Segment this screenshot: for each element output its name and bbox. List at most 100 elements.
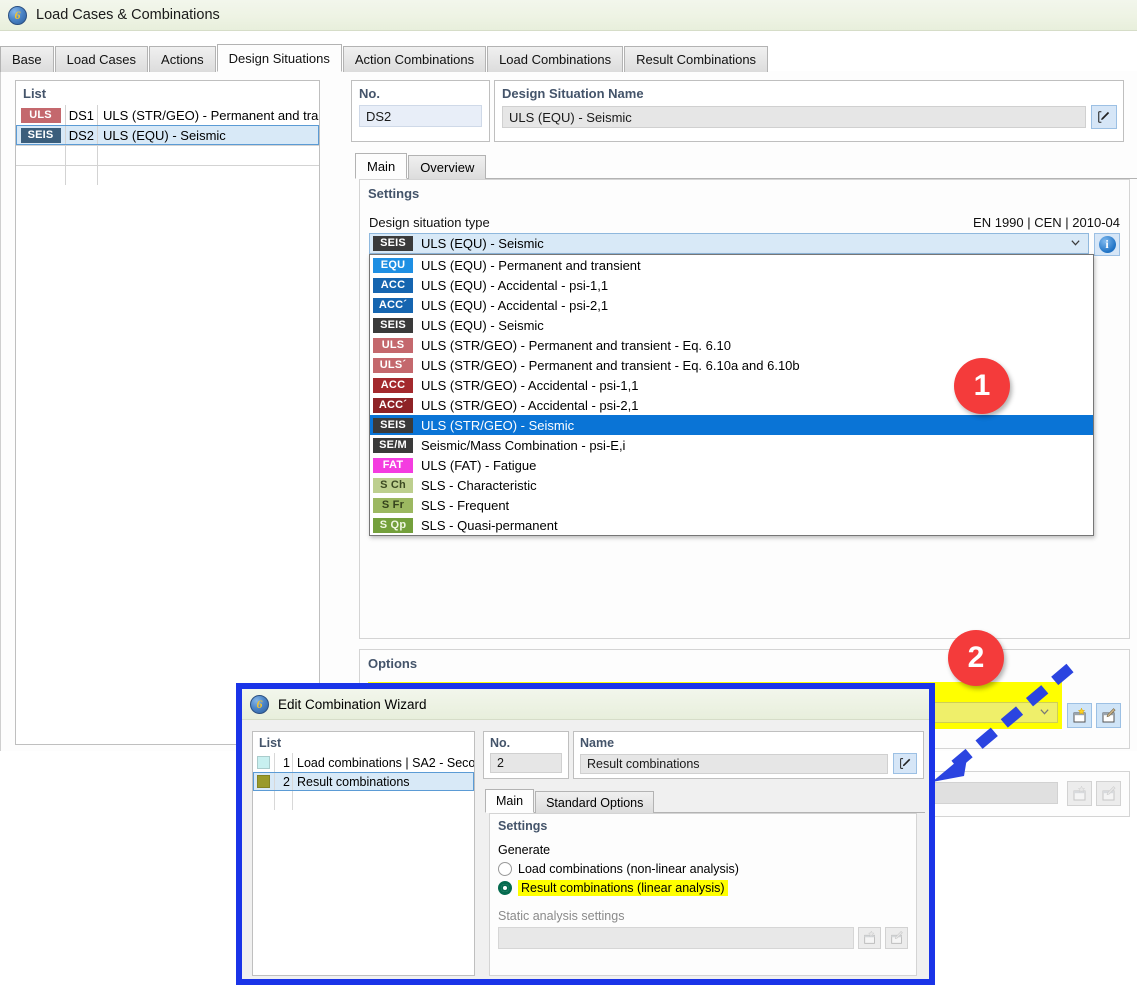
empty-row[interactable] xyxy=(16,165,319,185)
window-title-bar: 6 Load Cases & Combinations xyxy=(0,0,1137,31)
item-badge: ACC´ xyxy=(373,397,413,413)
row-no: DS1 xyxy=(66,105,98,125)
item-label: ULS (EQU) - Accidental - psi-1,1 xyxy=(421,277,609,293)
item-badge: SE/M xyxy=(373,437,413,453)
info-button[interactable]: i xyxy=(1094,233,1120,256)
item-label: ULS (STR/GEO) - Accidental - psi-2,1 xyxy=(421,397,639,413)
table-row[interactable]: ULS DS1 ULS (STR/GEO) - Permanent and tr… xyxy=(16,105,319,125)
dialog-title: Edit Combination Wizard xyxy=(278,696,427,712)
dialog-no-group: No. 2 xyxy=(483,731,569,779)
dropdown-item[interactable]: S Qp SLS - Quasi-permanent xyxy=(370,515,1093,535)
info-icon: i xyxy=(1098,236,1116,253)
dialog-tab-main[interactable]: Main xyxy=(485,789,535,813)
item-badge: SEIS xyxy=(373,417,413,433)
dialog-settings-title: Settings xyxy=(498,819,548,833)
design-situations-list-panel: List ULS DS1 ULS (STR/GEO) - Permanent a… xyxy=(15,80,320,745)
list-item[interactable]: 2 Result combinations xyxy=(253,772,474,791)
tab-load-cases[interactable]: Load Cases xyxy=(54,46,149,72)
dialog-name-label: Name xyxy=(580,736,615,750)
status-badge: ULS xyxy=(20,107,61,123)
item-label: ULS (STR/GEO) - Permanent and transient … xyxy=(421,357,800,373)
dropdown-item[interactable]: S Ch SLS - Characteristic xyxy=(370,475,1093,495)
item-no: 2 xyxy=(275,772,293,791)
item-badge: ACC xyxy=(373,277,413,293)
chevron-down-icon[interactable] xyxy=(1039,706,1050,717)
item-badge: ULS´ xyxy=(373,357,413,373)
item-name: Result combinations xyxy=(297,774,410,789)
design-standard-label: EN 1990 | CEN | 2010-04 xyxy=(973,215,1120,230)
row-name: ULS (EQU) - Seismic xyxy=(103,127,226,143)
edit-item-icon[interactable] xyxy=(885,927,908,949)
dialog-tab-standard-options[interactable]: Standard Options xyxy=(535,791,655,813)
tab-action-combinations[interactable]: Action Combinations xyxy=(342,46,487,72)
tab-actions[interactable]: Actions xyxy=(149,46,216,72)
design-situation-name-label: Design Situation Name xyxy=(502,86,644,101)
status-badge: SEIS xyxy=(20,127,61,143)
dropdown-item[interactable]: FAT ULS (FAT) - Fatigue xyxy=(370,455,1093,475)
table-row[interactable]: SEIS DS2 ULS (EQU) - Seismic xyxy=(16,125,319,145)
item-label: SLS - Frequent xyxy=(421,497,510,513)
static-analysis-settings-label: Static analysis settings xyxy=(498,909,625,923)
main-tab-strip: Base Load Cases Actions Design Situation… xyxy=(0,44,1137,72)
empty-list-item[interactable] xyxy=(253,791,474,810)
dropdown-item[interactable]: ACC ULS (EQU) - Accidental - psi-1,1 xyxy=(370,275,1093,295)
callout-badge-2: 2 xyxy=(948,630,1004,686)
new-item-icon-disabled xyxy=(1067,781,1092,806)
no-label: No. xyxy=(359,86,380,101)
design-situation-name-value[interactable]: ULS (EQU) - Seismic xyxy=(502,106,1086,128)
radio-unchecked-icon xyxy=(498,862,512,876)
dropdown-item-selected[interactable]: SEIS ULS (STR/GEO) - Seismic xyxy=(370,415,1093,435)
tab-load-combinations[interactable]: Load Combinations xyxy=(487,46,624,72)
dialog-title-bar: 6 Edit Combination Wizard xyxy=(242,689,929,720)
dialog-no-value[interactable]: 2 xyxy=(490,753,562,773)
radio-label: Result combinations (linear analysis) xyxy=(518,880,728,896)
tab-design-situations[interactable]: Design Situations xyxy=(216,44,342,72)
app-icon: 6 xyxy=(8,5,27,25)
dialog-list-panel: List 1 Load combinations | SA2 - Second-… xyxy=(252,731,475,976)
chevron-down-icon[interactable] xyxy=(1070,237,1081,248)
tab-base[interactable]: Base xyxy=(0,46,54,72)
design-situation-type-combo[interactable]: SEIS ULS (EQU) - Seismic xyxy=(369,233,1090,254)
tab-overview[interactable]: Overview xyxy=(408,155,487,179)
row-no: DS2 xyxy=(66,125,98,145)
dropdown-item[interactable]: S Fr SLS - Frequent xyxy=(370,495,1093,515)
pencil-edit-icon[interactable] xyxy=(1091,105,1117,129)
tab-main[interactable]: Main xyxy=(355,153,408,179)
item-swatch-cell xyxy=(253,753,275,772)
item-swatch-cell xyxy=(253,772,275,791)
item-label: ULS (EQU) - Accidental - psi-2,1 xyxy=(421,297,609,313)
new-item-icon[interactable] xyxy=(858,927,881,949)
dropdown-item[interactable]: ACC´ ULS (EQU) - Accidental - psi-2,1 xyxy=(370,295,1093,315)
item-label: ULS (EQU) - Seismic xyxy=(421,317,544,333)
item-name: Load combinations | SA2 - Second-o xyxy=(297,755,474,770)
settings-group-title: Settings xyxy=(368,186,420,201)
tab-result-combinations[interactable]: Result Combinations xyxy=(624,46,769,72)
item-label: SLS - Quasi-permanent xyxy=(421,517,558,533)
item-label: Seismic/Mass Combination - psi-E,i xyxy=(421,437,626,453)
edit-item-icon-disabled xyxy=(1096,781,1121,806)
dialog-name-value[interactable]: Result combinations xyxy=(580,753,888,774)
item-badge: S Qp xyxy=(373,517,413,533)
no-field-group: No. DS2 xyxy=(351,80,490,142)
dropdown-item[interactable]: EQU ULS (EQU) - Permanent and transient xyxy=(370,255,1093,275)
list-item[interactable]: 1 Load combinations | SA2 - Second-o xyxy=(253,753,474,772)
dialog-app-icon: 6 xyxy=(250,694,269,714)
item-label: ULS (STR/GEO) - Accidental - psi-1,1 xyxy=(421,377,639,393)
radio-result-combinations[interactable]: Result combinations (linear analysis) xyxy=(490,876,916,896)
edit-wizard-icon[interactable] xyxy=(1096,703,1121,728)
row-badge-cell: SEIS xyxy=(16,125,66,145)
design-situation-type-label: Design situation type xyxy=(369,215,490,230)
dropdown-item[interactable]: ULS ULS (STR/GEO) - Permanent and transie… xyxy=(370,335,1093,355)
settings-group: Settings Design situation type EN 1990 |… xyxy=(359,179,1130,639)
no-value[interactable]: DS2 xyxy=(359,105,482,127)
empty-row[interactable] xyxy=(16,145,319,165)
item-badge: ACC xyxy=(373,377,413,393)
radio-load-combinations[interactable]: Load combinations (non-linear analysis) xyxy=(490,857,916,876)
dropdown-item[interactable]: SEIS ULS (EQU) - Seismic xyxy=(370,315,1093,335)
dropdown-item[interactable]: SE/M Seismic/Mass Combination - psi-E,i xyxy=(370,435,1093,455)
pencil-edit-icon[interactable] xyxy=(893,753,917,774)
item-badge: EQU xyxy=(373,257,413,273)
dialog-no-label: No. xyxy=(490,736,511,750)
item-label: ULS (FAT) - Fatigue xyxy=(421,457,537,473)
new-wizard-icon[interactable] xyxy=(1067,703,1092,728)
